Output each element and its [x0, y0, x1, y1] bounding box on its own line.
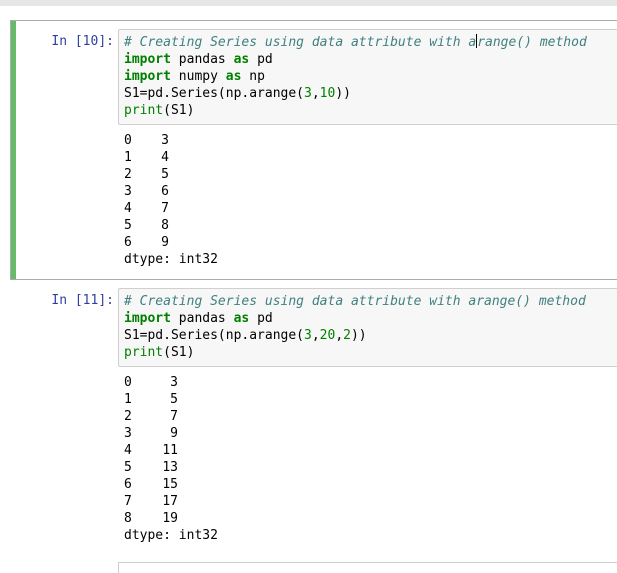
series-index: 3 — [124, 426, 132, 441]
series-value: 5 — [170, 392, 178, 407]
series-index: 0 — [124, 133, 132, 148]
series-index: 2 — [124, 409, 132, 424]
output-row: 15 — [124, 391, 178, 408]
number-literal: 10 — [319, 86, 336, 101]
keyword-import: import — [124, 311, 171, 326]
series-value: 13 — [162, 460, 178, 475]
series-index: 6 — [124, 477, 132, 492]
output-row: 36 — [124, 183, 169, 200]
series-value: 8 — [161, 218, 169, 233]
module-name: pandas — [170, 52, 234, 67]
code-line-comment: # Creating Series using data attribute w… — [124, 34, 587, 51]
keyword-as: as — [225, 69, 242, 84]
output-row: 25 — [124, 166, 169, 183]
series-index: 3 — [124, 184, 132, 199]
number-literal: 3 — [304, 328, 312, 343]
series-value: 3 — [170, 375, 178, 390]
keyword-import: import — [124, 69, 171, 84]
series-value: 11 — [162, 443, 178, 458]
output-row: 03 — [124, 374, 178, 391]
series-index: 8 — [124, 511, 132, 526]
code-text: S1=pd.Series(np.arange( — [124, 328, 305, 343]
series-index: 1 — [124, 150, 132, 165]
series-index: 5 — [124, 218, 132, 233]
code-text: )) — [350, 328, 367, 343]
module-name: pandas — [170, 311, 234, 326]
keyword-as: as — [233, 311, 250, 326]
series-value: 19 — [162, 511, 178, 526]
series-index: 5 — [124, 460, 132, 475]
series-index: 4 — [124, 443, 132, 458]
series-index: 7 — [124, 494, 132, 509]
series-index: 1 — [124, 392, 132, 407]
series-index: 2 — [124, 167, 132, 182]
output-dtype: dtype: int32 — [124, 252, 218, 267]
code-line-print: print(S1) — [124, 102, 194, 119]
module-name: numpy — [170, 69, 226, 84]
output-row: 8 19 — [124, 510, 178, 527]
code-text: )) — [335, 86, 351, 101]
code-text: , — [311, 328, 320, 343]
code-line-print: print(S1) — [124, 344, 194, 361]
series-value: 9 — [170, 426, 178, 441]
keyword-as: as — [233, 52, 250, 67]
series-value: 7 — [161, 201, 169, 216]
input-prompt: In [11]: — [51, 293, 114, 308]
code-text: , — [311, 86, 320, 101]
code-line-import-numpy: import numpy as np — [124, 68, 265, 85]
series-value: 3 — [161, 133, 169, 148]
builtin-print: print — [124, 103, 164, 118]
series-value: 4 — [161, 150, 169, 165]
number-literal: 20 — [319, 328, 336, 343]
code-line-comment: # Creating Series using data attribute w… — [124, 293, 586, 310]
alias-name: pd — [249, 52, 273, 67]
output-row: 58 — [124, 217, 169, 234]
input-prompt: In [10]: — [51, 34, 114, 49]
output-row: 7 17 — [124, 493, 178, 510]
series-value: 15 — [162, 477, 178, 492]
code-line-series: S1=pd.Series(np.arange(3,10)) — [124, 85, 351, 102]
series-value: 9 — [161, 235, 169, 250]
keyword-import: import — [124, 52, 171, 67]
code-text: (S1) — [163, 345, 195, 360]
number-literal: 3 — [304, 86, 312, 101]
output-row: 6 15 — [124, 476, 178, 493]
series-value: 5 — [161, 167, 169, 182]
code-line-import-pandas: import pandas as pd — [124, 310, 273, 327]
code-text: S1=pd.Series(np.arange( — [124, 86, 305, 101]
output-row: 69 — [124, 234, 169, 251]
number-literal: 2 — [343, 328, 351, 343]
output-row: 27 — [124, 408, 178, 425]
notebook-top-bar — [0, 0, 617, 6]
alias-name: pd — [249, 311, 273, 326]
series-index: 6 — [124, 235, 132, 250]
code-comment: # Creating Series using data attribute w… — [124, 35, 477, 50]
output-row: 03 — [124, 132, 169, 149]
alias-name: np — [241, 69, 265, 84]
series-value: 17 — [162, 494, 178, 509]
code-line-series: S1=pd.Series(np.arange(3,20,2)) — [124, 327, 367, 344]
output-row: 4 11 — [124, 442, 178, 459]
series-value: 7 — [170, 409, 178, 424]
output-row: 5 13 — [124, 459, 178, 476]
code-line-import-pandas: import pandas as pd — [124, 51, 273, 68]
output-row: 47 — [124, 200, 169, 217]
code-text: , — [335, 328, 344, 343]
builtin-print: print — [124, 345, 164, 360]
output-row: 39 — [124, 425, 178, 442]
series-index: 4 — [124, 201, 132, 216]
series-index: 0 — [124, 375, 132, 390]
series-value: 6 — [161, 184, 169, 199]
code-comment: # Creating Series using data attribute w… — [124, 294, 586, 309]
cell-selected-indicator — [11, 21, 16, 279]
code-text: (S1) — [163, 103, 195, 118]
output-row: 14 — [124, 149, 169, 166]
code-comment-rest: range() method — [477, 35, 587, 50]
output-dtype: dtype: int32 — [124, 528, 218, 543]
